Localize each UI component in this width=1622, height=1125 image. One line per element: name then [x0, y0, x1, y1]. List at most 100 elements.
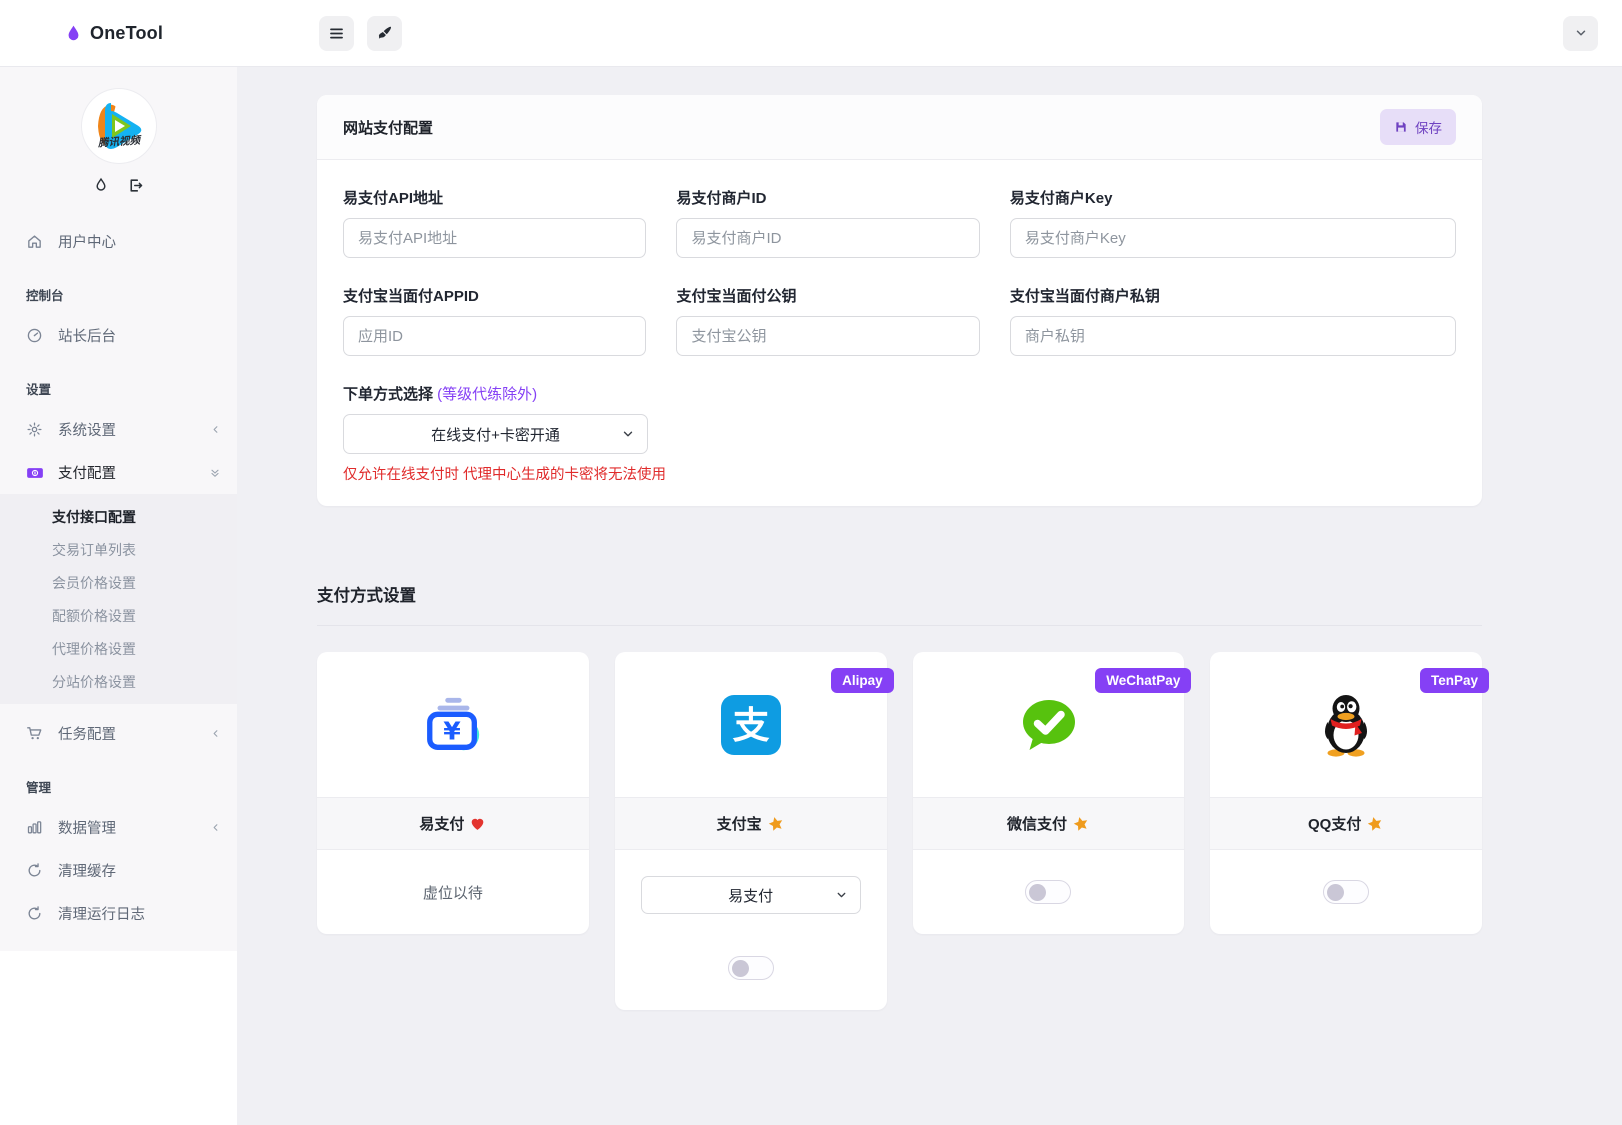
sidebar-item-data-management[interactable]: 数据管理 [0, 806, 237, 849]
method-empty-text: 虚位以待 [422, 884, 483, 902]
paintbrush-icon [376, 25, 393, 42]
sidebar-section-management: 管理 [26, 781, 52, 795]
sidebar-section-console: 控制台 [26, 289, 64, 303]
chevron-down-icon [835, 889, 848, 902]
cart-icon [26, 725, 44, 743]
order-mode-label: 下单方式选择 (等级代练除外) [343, 383, 1456, 404]
alipay-icon: 支 [720, 694, 781, 755]
star-icon [1072, 815, 1090, 833]
tenpay-badge: TenPay [1419, 668, 1489, 693]
app-root: OneTool 腾讯视频 用户中心 控制台 站长后台 设置 系统设置 支付配置 … [0, 0, 1622, 1125]
svg-text:¥: ¥ [443, 716, 461, 745]
save-button-label: 保存 [1415, 121, 1442, 136]
method-name: 支付宝 [716, 816, 762, 833]
section-divider [317, 625, 1482, 626]
sidebar-item-label: 系统设置 [58, 423, 116, 439]
epay-api-input[interactable] [343, 218, 647, 258]
svg-text:支: 支 [732, 704, 769, 747]
brand-name: OneTool [90, 22, 164, 43]
wechatpay-toggle[interactable] [1025, 880, 1072, 904]
topbar-buttons [319, 15, 402, 51]
form-field: 易支付商户Key [1009, 187, 1456, 258]
alipay-appid-input[interactable] [343, 316, 647, 356]
qqpay-toggle[interactable] [1323, 880, 1370, 904]
sidebar-item-label: 用户中心 [58, 235, 116, 251]
form-field: 易支付API地址 [343, 187, 647, 258]
submenu-item-quota-price[interactable]: 配额价格设置 [0, 599, 237, 632]
field-label-alipay-public-key: 支付宝当面付公钥 [676, 288, 797, 305]
epay-merchant-key-input[interactable] [1009, 218, 1456, 258]
order-mode-warning: 仅允许在线支付时 代理中心生成的卡密将无法使用 [343, 467, 667, 483]
submenu-item-payment-interface-config[interactable]: 支付接口配置 [0, 500, 237, 533]
method-name: 易支付 [419, 816, 465, 833]
method-card-epay: ¥ 易支付 虚位以待 [317, 652, 589, 934]
sidebar-item-user-center[interactable]: 用户中心 [0, 220, 237, 263]
alipay-channel-select[interactable]: 易支付 [640, 876, 861, 914]
sidebar-item-webmaster-backend[interactable]: 站长后台 [0, 314, 237, 357]
brand-drop-icon [64, 24, 83, 43]
sidebar-item-system-settings[interactable]: 系统设置 [0, 408, 237, 451]
form-field: 支付宝当面付APPID [343, 285, 647, 356]
field-label-alipay-private-key: 支付宝当面付商户私钥 [1009, 288, 1160, 305]
payment-methods-title: 支付方式设置 [317, 587, 416, 605]
alipay-badge: Alipay [831, 668, 894, 693]
alipay-private-key-input[interactable] [1009, 316, 1456, 356]
sidebar-item-payment-config[interactable]: 支付配置 [0, 451, 237, 494]
method-name: QQ支付 [1307, 816, 1362, 833]
field-label-alipay-appid: 支付宝当面付APPID [343, 288, 479, 305]
home-icon [26, 233, 44, 251]
account-dropdown-button[interactable] [1563, 15, 1598, 51]
theme-button[interactable] [367, 15, 402, 51]
order-mode-select[interactable]: 在线支付+卡密开通 [343, 414, 648, 454]
sidebar-item-clear-cache[interactable]: 清理缓存 [0, 849, 237, 892]
method-name: 微信支付 [1006, 816, 1067, 833]
topbar-right [1563, 15, 1598, 51]
field-label-epay-api: 易支付API地址 [343, 190, 444, 207]
sidebar: 腾讯视频 用户中心 控制台 站长后台 设置 系统设置 支付配置 支付接口配置 交… [0, 67, 237, 1125]
refresh-icon [26, 905, 44, 923]
refresh-avatar-icon[interactable] [93, 177, 109, 194]
submenu-item-trade-order-list[interactable]: 交易订单列表 [0, 533, 237, 566]
alipay-channel-selected-value: 易支付 [728, 887, 774, 905]
sidebar-item-task-config[interactable]: 任务配置 [0, 712, 237, 755]
payment-submenu: 支付接口配置 交易订单列表 会员价格设置 配额价格设置 代理价格设置 分站价格设… [0, 494, 237, 704]
bar-chart-icon [26, 819, 44, 837]
sidebar-toggle-button[interactable] [319, 15, 354, 51]
refresh-icon [26, 862, 44, 880]
sidebar-item-label: 清理缓存 [58, 864, 116, 880]
form-field: 支付宝当面付公钥 [676, 285, 980, 356]
sidebar-item-clear-run-logs[interactable]: 清理运行日志 [0, 892, 237, 935]
avatar[interactable]: 腾讯视频 [81, 89, 156, 163]
qq-penguin-icon [1317, 693, 1375, 757]
method-card-qqpay: TenPay QQ支付 [1210, 652, 1489, 934]
star-icon [1366, 815, 1384, 833]
gear-icon [26, 421, 44, 439]
submenu-item-agent-price[interactable]: 代理价格设置 [0, 632, 237, 665]
alipay-toggle[interactable] [727, 956, 774, 980]
sidebar-item-label: 站长后台 [58, 329, 116, 345]
order-mode-note[interactable]: (等级代练除外) [437, 386, 537, 403]
chevron-down-icon [1574, 26, 1588, 40]
floppy-disk-icon [1394, 120, 1408, 134]
main-content: 网站支付配置 保存 易支付API地址 易支付API地址 易支付商户ID 易支付商… [237, 67, 1622, 1125]
submenu-item-substation-price[interactable]: 分站价格设置 [0, 665, 237, 698]
method-card-wechatpay: WeChatPay 微信支付 [912, 652, 1192, 934]
sidebar-section-settings: 设置 [26, 383, 52, 397]
method-card-alipay: Alipay 支 支付宝 易支付 [614, 652, 894, 1010]
save-button[interactable]: 保存 [1380, 109, 1456, 145]
chevron-down-icon [621, 427, 635, 441]
order-mode-selected-value: 在线支付+卡密开通 [431, 426, 560, 444]
wechat-icon [1016, 695, 1080, 755]
logout-icon[interactable] [127, 177, 144, 194]
banknote-icon [26, 464, 44, 482]
chevron-left-icon [210, 424, 221, 435]
epay-merchant-id-input[interactable] [676, 218, 980, 258]
alipay-public-key-input[interactable] [676, 316, 980, 356]
form-field: 易支付商户ID [676, 187, 980, 258]
star-icon [767, 815, 785, 833]
order-mode-label-text: 下单方式选择 [343, 386, 438, 403]
sidebar-nav: 用户中心 控制台 站长后台 设置 系统设置 支付配置 支付接口配置 交易订单列表… [0, 220, 237, 935]
submenu-item-member-price[interactable]: 会员价格设置 [0, 566, 237, 599]
wechatpay-badge: WeChatPay [1095, 668, 1192, 693]
hamburger-icon [328, 25, 345, 42]
